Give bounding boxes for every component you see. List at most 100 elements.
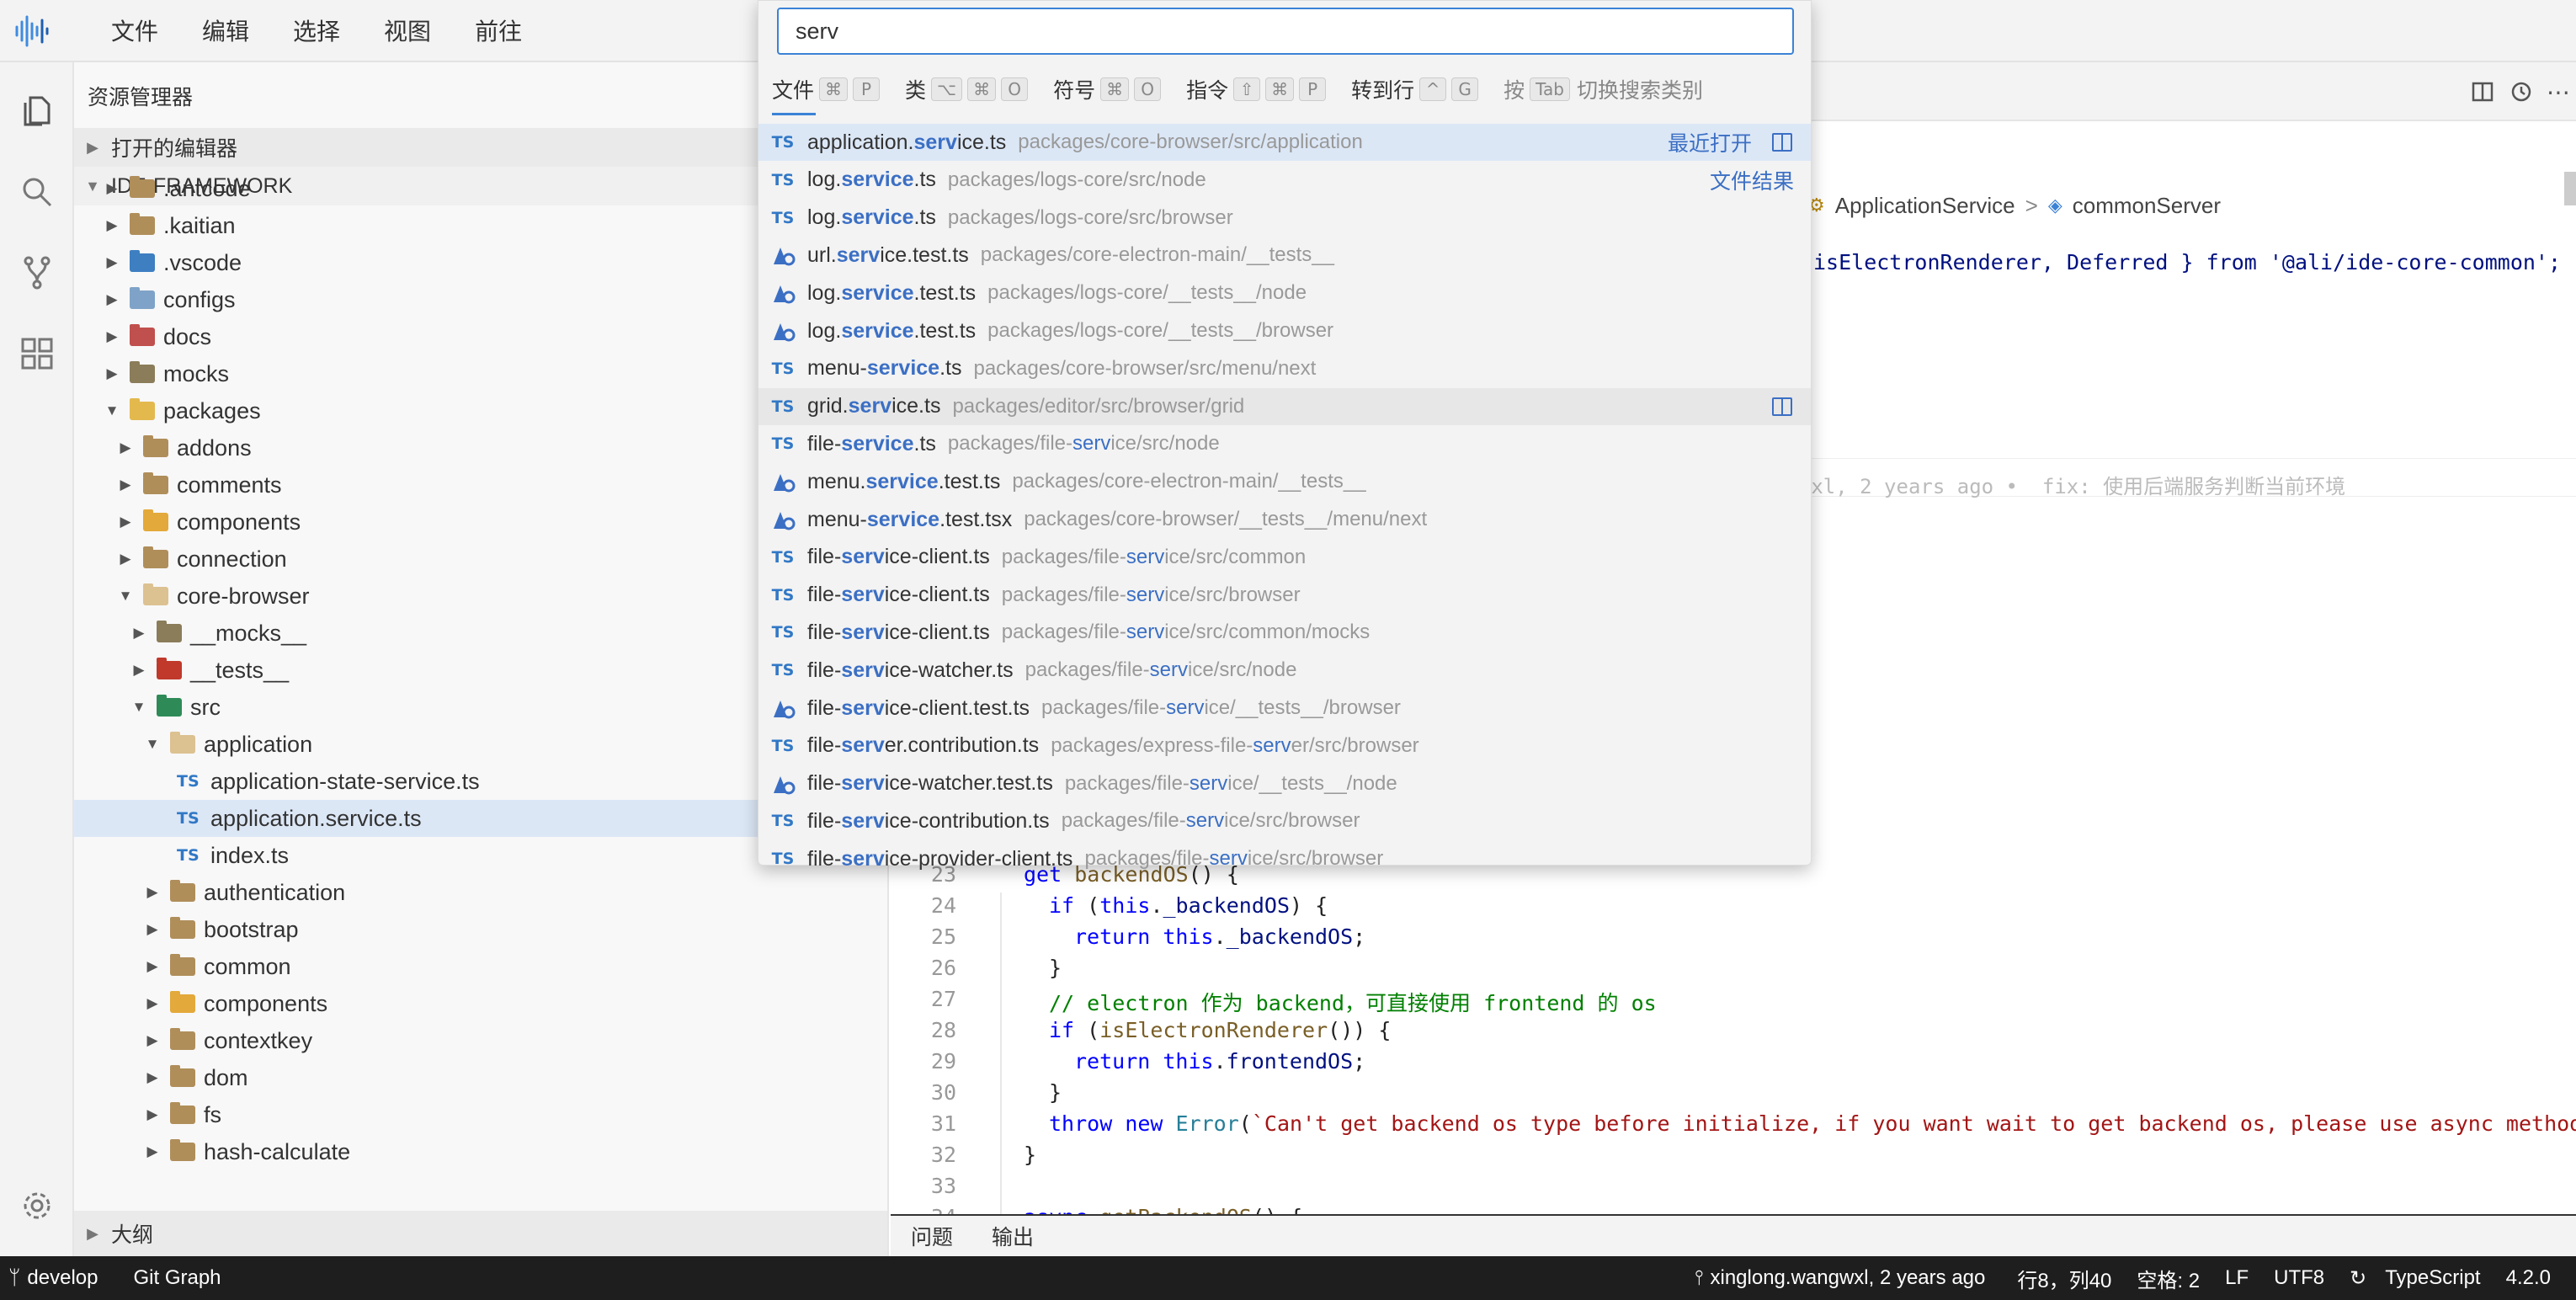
menu-go[interactable]: 前往 xyxy=(475,13,522,47)
split-editor-icon[interactable] xyxy=(2470,79,2495,104)
folder-item[interactable]: ▶ components xyxy=(74,985,887,1022)
folder-item[interactable]: ▶ contextkey xyxy=(74,1022,887,1059)
result-name-pre: file- xyxy=(807,733,842,758)
result-path-text: packages/core-browser/__tests__/menu/nex… xyxy=(1024,508,1428,530)
chevron-right-icon: ▶ xyxy=(106,180,118,196)
result-path: packages/core-electron-main/__tests__ xyxy=(1012,470,1365,493)
typescript-file-icon: TS xyxy=(177,846,200,865)
status-language[interactable]: TypeScript xyxy=(2385,1266,2480,1290)
outline-section[interactable]: ▶ 大纲 xyxy=(74,1211,887,1256)
status-ts-version[interactable]: 4.2.0 xyxy=(2506,1266,2551,1290)
import-text: isElectronRenderer, Deferred } from '@al… xyxy=(1813,250,2562,274)
result-path: packages/file-service/src/node xyxy=(1025,658,1297,682)
result-name: file-service-client.ts xyxy=(807,583,990,607)
quick-open-result[interactable]: TS menu-service.ts packages/core-browser/s… xyxy=(758,350,1811,387)
chevron-right-icon: ▶ xyxy=(146,1143,158,1159)
result-name-pre: url. xyxy=(807,242,837,267)
scrollbar-thumb[interactable] xyxy=(2564,172,2576,205)
menu-file[interactable]: 文件 xyxy=(111,13,158,47)
result-name-match: serv xyxy=(841,545,885,569)
status-blame[interactable]: xinglong.wangwxl, 2 years ago xyxy=(1711,1266,1986,1290)
quick-open-tab[interactable]: 类 ⌥ ⌘ O xyxy=(905,68,1029,110)
code-token: } xyxy=(1049,956,1062,980)
history-icon[interactable] xyxy=(2509,79,2534,104)
quick-open-result[interactable]: menu.service.test.ts packages/core-electr… xyxy=(758,463,1811,500)
status-git-graph[interactable]: Git Graph xyxy=(133,1266,221,1290)
quick-open-result[interactable]: menu-service.test.tsx packages/core-brows… xyxy=(758,501,1811,538)
folder-item[interactable]: ▶ dom xyxy=(74,1059,887,1096)
quick-open-result[interactable]: log.service.test.ts packages/logs-core/__… xyxy=(758,312,1811,349)
open-to-side-icon[interactable] xyxy=(1772,133,1792,152)
status-encoding[interactable]: UTF8 xyxy=(2274,1266,2324,1290)
folder-icon xyxy=(170,917,195,939)
quick-open-result[interactable]: TS file-service-client.ts packages/file-se… xyxy=(758,539,1811,576)
quick-open-search-input[interactable] xyxy=(777,8,1794,55)
breadcrumb-member[interactable]: commonServer xyxy=(2073,193,2221,219)
quick-open-tab[interactable]: 文件 ⌘ P xyxy=(772,68,881,115)
quick-open-result[interactable]: url.service.test.ts packages/core-electro… xyxy=(758,237,1811,274)
breadcrumb-class[interactable]: ApplicationService xyxy=(1835,193,2015,219)
quick-open-result[interactable]: TS file-service-watcher.ts packages/file-s… xyxy=(758,652,1811,689)
open-to-side-icon[interactable] xyxy=(1772,397,1792,416)
quick-open-result[interactable]: TS file-service-client.ts packages/file-se… xyxy=(758,577,1811,614)
code-token: ( xyxy=(1087,1018,1100,1042)
quick-open-result[interactable]: TS file-service.ts packages/file-service/s… xyxy=(758,425,1811,462)
code-line: 28 if (isElectronRenderer()) { xyxy=(891,1018,2576,1048)
quick-open-tab[interactable]: 符号 ⌘ O xyxy=(1053,68,1162,110)
search-icon[interactable] xyxy=(13,168,61,216)
quick-open-tab[interactable]: 转到行 ^ G xyxy=(1351,68,1479,110)
result-path-text: packages/logs-core/__tests__/node xyxy=(987,281,1307,305)
tree-item-label: addons xyxy=(177,434,252,461)
result-name: file-service-watcher.ts xyxy=(807,658,1014,683)
quick-open-result[interactable]: TS file-server.contribution.ts packages/ex… xyxy=(758,727,1811,765)
status-eol[interactable]: LF xyxy=(2225,1266,2249,1290)
folder-item[interactable]: ▶ hash-calculate xyxy=(74,1133,887,1170)
folder-item[interactable]: ▶ authentication xyxy=(74,874,887,911)
tab-problems[interactable]: 问题 xyxy=(911,1221,953,1251)
quick-open-result[interactable]: TS file-service-contribution.ts packages/f… xyxy=(758,802,1811,839)
quick-open-result[interactable]: TS grid.service.ts packages/editor/src/bro… xyxy=(758,387,1811,425)
result-path-text: packages/core-electron-main/__tests__ xyxy=(980,243,1335,267)
quick-open-result[interactable]: TS log.service.ts packages/logs-core/src/b… xyxy=(758,200,1811,237)
result-name-match: service xyxy=(866,356,940,381)
status-spaces[interactable]: 空格: 2 xyxy=(2137,1264,2200,1293)
more-actions-icon[interactable]: ⋯ xyxy=(2546,79,2571,105)
quick-open-tab[interactable]: 指令 ⇧ ⌘ P xyxy=(1186,68,1327,110)
result-path: packages/file-service/__tests__/node xyxy=(1065,772,1397,796)
quick-open-result[interactable]: log.service.test.ts packages/logs-core/__… xyxy=(758,274,1811,312)
quick-open-result[interactable]: file-service-client.test.ts packages/file… xyxy=(758,690,1811,727)
sync-icon[interactable]: ↻ xyxy=(2350,1266,2366,1291)
test-file-icon xyxy=(762,244,804,266)
code-token: new xyxy=(1125,1111,1176,1136)
test-file-icon xyxy=(762,471,804,493)
result-name: menu-service.test.tsx xyxy=(807,508,1012,532)
result-path: packages/core-electron-main/__tests__ xyxy=(981,243,1334,267)
quick-open-result[interactable]: TS file-service-client.ts packages/file-se… xyxy=(758,614,1811,651)
menu-selection[interactable]: 选择 xyxy=(293,13,340,47)
folder-item[interactable]: ▶ common xyxy=(74,948,887,985)
menu-edit[interactable]: 编辑 xyxy=(202,13,249,47)
quick-open-result[interactable]: TS application.service.ts packages/core-br… xyxy=(758,124,1811,161)
code-token: } xyxy=(1049,1080,1062,1105)
status-branch[interactable]: develop xyxy=(27,1266,98,1290)
source-control-icon[interactable] xyxy=(13,249,61,296)
extensions-icon[interactable] xyxy=(13,330,61,377)
menu-view[interactable]: 视图 xyxy=(384,13,431,47)
result-name-post: .test.ts xyxy=(913,318,977,343)
explorer-icon[interactable] xyxy=(13,88,61,135)
tab-output[interactable]: 输出 xyxy=(992,1221,1034,1251)
quick-open-result[interactable]: TS log.service.ts packages/logs-core/src/n… xyxy=(758,162,1811,199)
folder-item[interactable]: ▶ bootstrap xyxy=(74,911,887,948)
settings-gear-icon[interactable] xyxy=(13,1182,61,1229)
code-token: frontendOS xyxy=(1226,1049,1354,1074)
result-path-post: ice/src/browser xyxy=(1224,809,1360,833)
chevron-right-icon: ▶ xyxy=(106,217,118,233)
status-position[interactable]: 行8，列40 xyxy=(2017,1264,2111,1293)
quick-open-result[interactable]: file-service-watcher.test.ts packages/fil… xyxy=(758,765,1811,802)
code-token: // electron 作为 backend，可直接使用 frontend 的 … xyxy=(1049,991,1657,1015)
quick-open-result[interactable]: TS file-service-provider-client.ts package… xyxy=(758,840,1811,877)
folder-item[interactable]: ▶ fs xyxy=(74,1096,887,1133)
chevron-down-icon: ▼ xyxy=(131,699,146,715)
folder-icon xyxy=(170,1028,195,1050)
folder-icon xyxy=(170,991,195,1013)
